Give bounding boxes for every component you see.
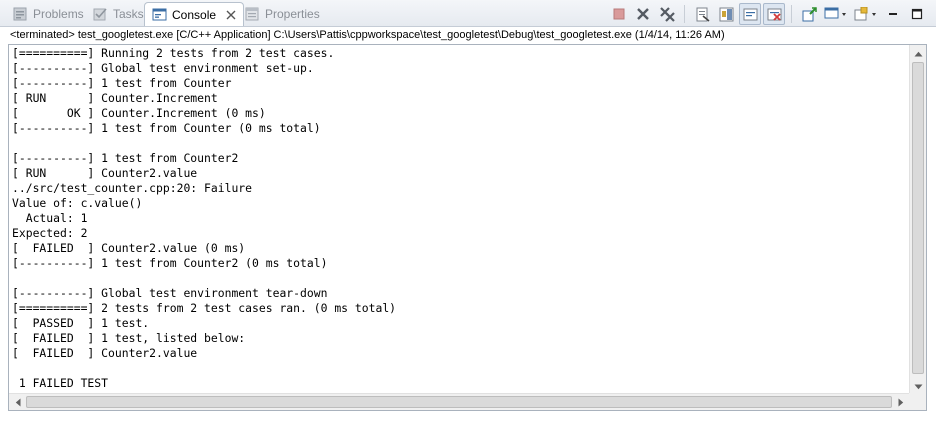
tab-problems[interactable]: Problems <box>6 3 90 25</box>
vertical-scroll-thumb[interactable] <box>912 62 924 374</box>
tab-console[interactable]: Console <box>144 2 245 26</box>
remove-all-terminated-icon[interactable] <box>656 3 678 25</box>
console-line: [ FAILED ] Counter2.value <box>12 346 198 360</box>
pin-console-icon[interactable] <box>798 3 820 25</box>
console-line: [----------] Global test environment set… <box>12 61 314 75</box>
console-line: [----------] 1 test from Counter2 <box>12 151 239 165</box>
console-text-area[interactable]: [==========] Running 2 tests from 2 test… <box>12 46 907 396</box>
view-tab-bar: Problems Tasks Console Properties <box>0 0 936 27</box>
console-line: [ FAILED ] 1 test, listed below: <box>12 331 246 345</box>
word-wrap-icon[interactable] <box>739 3 761 25</box>
scroll-left-icon[interactable] <box>9 394 26 410</box>
console-line: Actual: 1 <box>12 211 88 225</box>
console-line: ../src/test_counter.cpp:20: Failure <box>12 181 253 195</box>
display-console-icon[interactable] <box>822 3 850 25</box>
console-line: [----------] 1 test from Counter (0 ms t… <box>12 121 321 135</box>
toolbar-separator <box>684 5 685 23</box>
clear-console-icon[interactable] <box>691 3 713 25</box>
scroll-up-icon[interactable] <box>910 45 926 62</box>
console-line: [==========] Running 2 tests from 2 test… <box>12 46 335 60</box>
tasks-icon <box>92 6 108 22</box>
show-on-stderr-icon[interactable] <box>763 3 785 25</box>
horizontal-scrollbar[interactable] <box>9 393 909 410</box>
tab-tasks[interactable]: Tasks <box>86 3 150 25</box>
tab-label: Tasks <box>113 7 144 21</box>
console-line: [ PASSED ] 1 test. <box>12 316 150 330</box>
vertical-scrollbar[interactable] <box>909 45 926 395</box>
problems-icon <box>12 6 28 22</box>
tab-label: Properties <box>265 7 320 21</box>
console-description: <terminated> test_googletest.exe [C/C++ … <box>10 29 725 41</box>
scroll-right-icon[interactable] <box>892 394 909 410</box>
horizontal-scroll-thumb[interactable] <box>26 396 892 408</box>
tab-label: Problems <box>33 7 84 21</box>
open-console-icon[interactable] <box>852 3 880 25</box>
scroll-lock-icon[interactable] <box>715 3 737 25</box>
console-line: Value of: c.value() <box>12 196 143 210</box>
maximize-icon[interactable] <box>906 3 928 25</box>
tab-properties[interactable]: Properties <box>238 3 326 25</box>
console-toolbar <box>608 3 928 25</box>
console-line: [----------] Global test environment tea… <box>12 286 328 300</box>
minimize-icon[interactable] <box>882 3 904 25</box>
console-line: [ OK ] Counter.Increment (0 ms) <box>12 106 266 120</box>
console-line: [ RUN ] Counter2.value <box>12 166 198 180</box>
toolbar-separator <box>791 5 792 23</box>
console-line: 1 FAILED TEST <box>12 376 109 390</box>
close-icon[interactable] <box>225 9 237 21</box>
terminate-icon[interactable] <box>608 3 630 25</box>
tab-label: Console <box>172 7 217 22</box>
remove-launch-icon[interactable] <box>632 3 654 25</box>
console-line: Expected: 2 <box>12 226 88 240</box>
console-line: [ FAILED ] Counter2.value (0 ms) <box>12 241 246 255</box>
properties-icon <box>244 6 260 22</box>
console-output[interactable]: [==========] Running 2 tests from 2 test… <box>8 44 927 411</box>
console-line: [ RUN ] Counter.Increment <box>12 91 218 105</box>
console-line: [----------] 1 test from Counter <box>12 76 232 90</box>
console-line: [----------] 1 test from Counter2 (0 ms … <box>12 256 328 270</box>
console-icon <box>151 7 167 23</box>
console-line: [==========] 2 tests from 2 test cases r… <box>12 301 397 315</box>
scrollbar-corner <box>909 393 926 410</box>
